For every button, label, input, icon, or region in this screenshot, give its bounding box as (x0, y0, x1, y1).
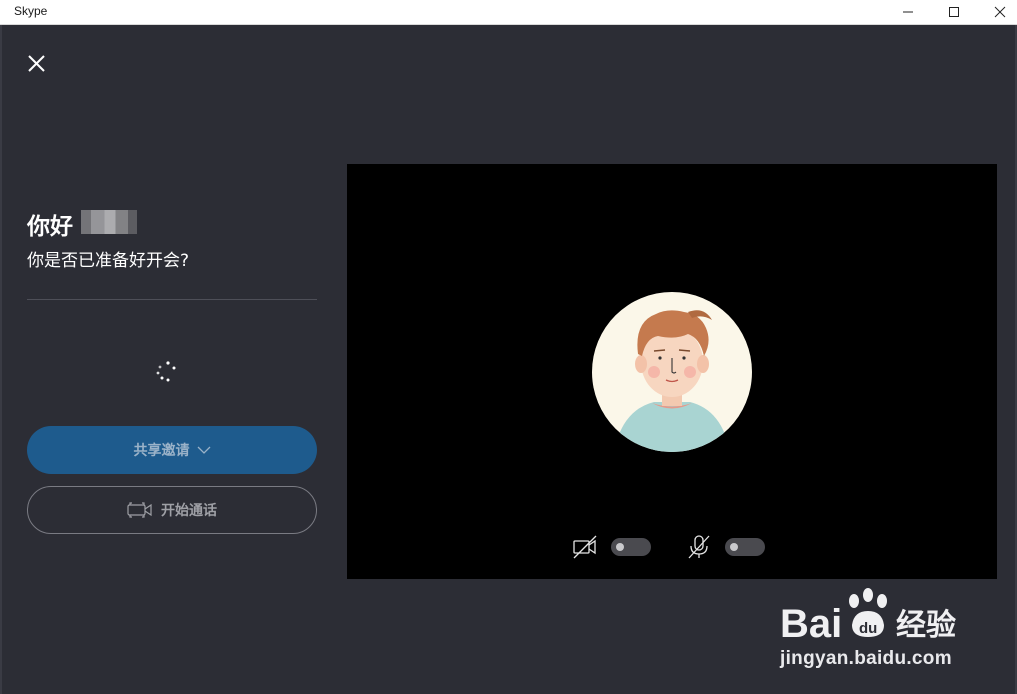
minimize-button[interactable] (885, 0, 931, 25)
start-call-label: 开始通话 (161, 503, 217, 519)
maximize-button[interactable] (931, 0, 977, 25)
window-close-button[interactable] (977, 0, 1017, 25)
video-camera-icon (127, 502, 152, 518)
microphone-toggle-knob (730, 543, 738, 551)
svg-text:经验: 经验 (896, 608, 956, 643)
user-avatar (592, 292, 752, 452)
window-close-icon (994, 6, 1006, 18)
svg-text:Bai: Bai (780, 602, 842, 645)
blurred-user-name (81, 210, 137, 234)
video-preview (347, 164, 997, 579)
camera-off-icon[interactable] (572, 534, 598, 560)
share-invite-button[interactable]: 共享邀请 (27, 426, 317, 474)
chevron-down-icon (197, 446, 210, 454)
maximize-icon (949, 7, 959, 17)
divider (27, 299, 317, 300)
close-icon (28, 55, 45, 72)
greeting-title: 你好 (27, 214, 73, 240)
watermark-url: jingyan.baidu.com (780, 648, 952, 669)
window-title: Skype (14, 4, 48, 18)
camera-toggle[interactable] (611, 538, 651, 556)
minimize-icon (903, 11, 913, 13)
ready-question: 你是否已准备好开会? (27, 251, 190, 271)
microphone-toggle[interactable] (725, 538, 765, 556)
share-invite-label: 共享邀请 (133, 443, 190, 459)
svg-text:du: du (859, 620, 877, 637)
start-call-button[interactable]: 开始通话 (27, 486, 317, 534)
camera-toggle-knob (616, 543, 624, 551)
microphone-off-icon[interactable] (686, 534, 712, 560)
close-button[interactable] (26, 53, 48, 75)
title-bar: Skype (0, 0, 1017, 25)
spinner-icon (154, 359, 178, 383)
window-edge-left (0, 25, 2, 694)
